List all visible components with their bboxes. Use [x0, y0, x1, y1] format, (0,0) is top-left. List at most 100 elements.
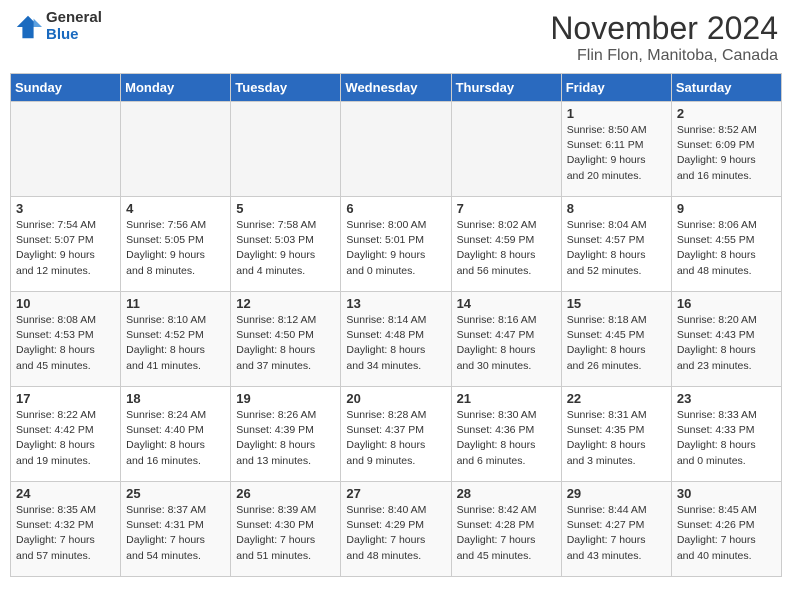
day-cell: 24 Sunrise: 8:35 AM Sunset: 4:32 PM Dayli… [11, 482, 121, 577]
day-number: 5 [236, 201, 335, 216]
day-info: Sunrise: 8:22 AM Sunset: 4:42 PM Dayligh… [16, 408, 115, 469]
day-number: 12 [236, 296, 335, 311]
page-header: General Blue November 2024 Flin Flon, Ma… [10, 10, 782, 65]
day-cell: 23 Sunrise: 8:33 AM Sunset: 4:33 PM Dayli… [671, 387, 781, 482]
header-saturday: Saturday [671, 74, 781, 102]
day-cell: 22 Sunrise: 8:31 AM Sunset: 4:35 PM Dayli… [561, 387, 671, 482]
week-row-4: 24 Sunrise: 8:35 AM Sunset: 4:32 PM Dayli… [11, 482, 782, 577]
day-info: Sunrise: 8:37 AM Sunset: 4:31 PM Dayligh… [126, 503, 225, 564]
day-number: 27 [346, 486, 445, 501]
day-number: 24 [16, 486, 115, 501]
day-info: Sunrise: 8:42 AM Sunset: 4:28 PM Dayligh… [457, 503, 556, 564]
header-thursday: Thursday [451, 74, 561, 102]
day-info: Sunrise: 8:31 AM Sunset: 4:35 PM Dayligh… [567, 408, 666, 469]
day-info: Sunrise: 8:02 AM Sunset: 4:59 PM Dayligh… [457, 218, 556, 279]
day-cell [341, 102, 451, 197]
day-info: Sunrise: 8:24 AM Sunset: 4:40 PM Dayligh… [126, 408, 225, 469]
day-cell: 16 Sunrise: 8:20 AM Sunset: 4:43 PM Dayli… [671, 292, 781, 387]
day-number: 26 [236, 486, 335, 501]
calendar-header: SundayMondayTuesdayWednesdayThursdayFrid… [11, 74, 782, 102]
calendar-body: 1 Sunrise: 8:50 AM Sunset: 6:11 PM Daylig… [11, 102, 782, 577]
day-cell: 28 Sunrise: 8:42 AM Sunset: 4:28 PM Dayli… [451, 482, 561, 577]
logo-blue: Blue [46, 27, 102, 44]
day-number: 25 [126, 486, 225, 501]
location: Flin Flon, Manitoba, Canada [550, 47, 778, 65]
day-info: Sunrise: 8:12 AM Sunset: 4:50 PM Dayligh… [236, 313, 335, 374]
day-cell [11, 102, 121, 197]
day-cell: 19 Sunrise: 8:26 AM Sunset: 4:39 PM Dayli… [231, 387, 341, 482]
day-number: 11 [126, 296, 225, 311]
day-cell: 5Sunrise: 7:58 AM Sunset: 5:03 PM Daylig… [231, 197, 341, 292]
day-number: 2 [677, 106, 776, 121]
week-row-1: 3Sunrise: 7:54 AM Sunset: 5:07 PM Daylig… [11, 197, 782, 292]
header-friday: Friday [561, 74, 671, 102]
header-monday: Monday [121, 74, 231, 102]
day-cell [451, 102, 561, 197]
day-number: 9 [677, 201, 776, 216]
logo: General Blue [14, 10, 102, 43]
day-number: 21 [457, 391, 556, 406]
day-cell: 20 Sunrise: 8:28 AM Sunset: 4:37 PM Dayli… [341, 387, 451, 482]
day-info: Sunrise: 8:08 AM Sunset: 4:53 PM Dayligh… [16, 313, 115, 374]
day-number: 13 [346, 296, 445, 311]
header-wednesday: Wednesday [341, 74, 451, 102]
day-number: 20 [346, 391, 445, 406]
day-cell: 15 Sunrise: 8:18 AM Sunset: 4:45 PM Dayli… [561, 292, 671, 387]
day-number: 19 [236, 391, 335, 406]
day-info: Sunrise: 8:33 AM Sunset: 4:33 PM Dayligh… [677, 408, 776, 469]
day-number: 3 [16, 201, 115, 216]
day-number: 14 [457, 296, 556, 311]
day-info: Sunrise: 8:52 AM Sunset: 6:09 PM Dayligh… [677, 123, 776, 184]
day-info: Sunrise: 8:10 AM Sunset: 4:52 PM Dayligh… [126, 313, 225, 374]
day-cell: 21 Sunrise: 8:30 AM Sunset: 4:36 PM Dayli… [451, 387, 561, 482]
logo-general: General [46, 10, 102, 27]
day-info: Sunrise: 8:28 AM Sunset: 4:37 PM Dayligh… [346, 408, 445, 469]
header-tuesday: Tuesday [231, 74, 341, 102]
day-cell: 30Sunrise: 8:45 AM Sunset: 4:26 PM Dayli… [671, 482, 781, 577]
day-cell: 9Sunrise: 8:06 AM Sunset: 4:55 PM Daylig… [671, 197, 781, 292]
day-cell: 18 Sunrise: 8:24 AM Sunset: 4:40 PM Dayli… [121, 387, 231, 482]
day-number: 23 [677, 391, 776, 406]
day-info: Sunrise: 8:50 AM Sunset: 6:11 PM Dayligh… [567, 123, 666, 184]
day-number: 7 [457, 201, 556, 216]
day-number: 16 [677, 296, 776, 311]
day-cell: 11 Sunrise: 8:10 AM Sunset: 4:52 PM Dayli… [121, 292, 231, 387]
day-info: Sunrise: 8:00 AM Sunset: 5:01 PM Dayligh… [346, 218, 445, 279]
title-block: November 2024 Flin Flon, Manitoba, Canad… [550, 10, 778, 65]
day-number: 22 [567, 391, 666, 406]
day-cell: 6 Sunrise: 8:00 AM Sunset: 5:01 PM Daylig… [341, 197, 451, 292]
day-cell: 3Sunrise: 7:54 AM Sunset: 5:07 PM Daylig… [11, 197, 121, 292]
day-info: Sunrise: 8:14 AM Sunset: 4:48 PM Dayligh… [346, 313, 445, 374]
day-cell: 7 Sunrise: 8:02 AM Sunset: 4:59 PM Daylig… [451, 197, 561, 292]
day-cell: 26 Sunrise: 8:39 AM Sunset: 4:30 PM Dayli… [231, 482, 341, 577]
day-number: 15 [567, 296, 666, 311]
day-info: Sunrise: 8:26 AM Sunset: 4:39 PM Dayligh… [236, 408, 335, 469]
day-cell [231, 102, 341, 197]
day-cell: 12 Sunrise: 8:12 AM Sunset: 4:50 PM Dayli… [231, 292, 341, 387]
day-number: 4 [126, 201, 225, 216]
day-info: Sunrise: 8:16 AM Sunset: 4:47 PM Dayligh… [457, 313, 556, 374]
day-number: 6 [346, 201, 445, 216]
day-number: 18 [126, 391, 225, 406]
day-cell: 4Sunrise: 7:56 AM Sunset: 5:05 PM Daylig… [121, 197, 231, 292]
day-number: 29 [567, 486, 666, 501]
week-row-2: 10Sunrise: 8:08 AM Sunset: 4:53 PM Dayli… [11, 292, 782, 387]
header-sunday: Sunday [11, 74, 121, 102]
day-info: Sunrise: 8:39 AM Sunset: 4:30 PM Dayligh… [236, 503, 335, 564]
day-info: Sunrise: 8:20 AM Sunset: 4:43 PM Dayligh… [677, 313, 776, 374]
day-number: 8 [567, 201, 666, 216]
day-number: 1 [567, 106, 666, 121]
month-title: November 2024 [550, 10, 778, 47]
day-cell: 17Sunrise: 8:22 AM Sunset: 4:42 PM Dayli… [11, 387, 121, 482]
day-info: Sunrise: 8:35 AM Sunset: 4:32 PM Dayligh… [16, 503, 115, 564]
day-info: Sunrise: 8:04 AM Sunset: 4:57 PM Dayligh… [567, 218, 666, 279]
day-cell: 2 Sunrise: 8:52 AM Sunset: 6:09 PM Daylig… [671, 102, 781, 197]
day-info: Sunrise: 8:30 AM Sunset: 4:36 PM Dayligh… [457, 408, 556, 469]
day-info: Sunrise: 8:18 AM Sunset: 4:45 PM Dayligh… [567, 313, 666, 374]
day-cell: 13 Sunrise: 8:14 AM Sunset: 4:48 PM Dayli… [341, 292, 451, 387]
day-info: Sunrise: 8:40 AM Sunset: 4:29 PM Dayligh… [346, 503, 445, 564]
day-info: Sunrise: 8:45 AM Sunset: 4:26 PM Dayligh… [677, 503, 776, 564]
logo-icon [14, 13, 42, 41]
day-number: 28 [457, 486, 556, 501]
day-cell: 29Sunrise: 8:44 AM Sunset: 4:27 PM Dayli… [561, 482, 671, 577]
